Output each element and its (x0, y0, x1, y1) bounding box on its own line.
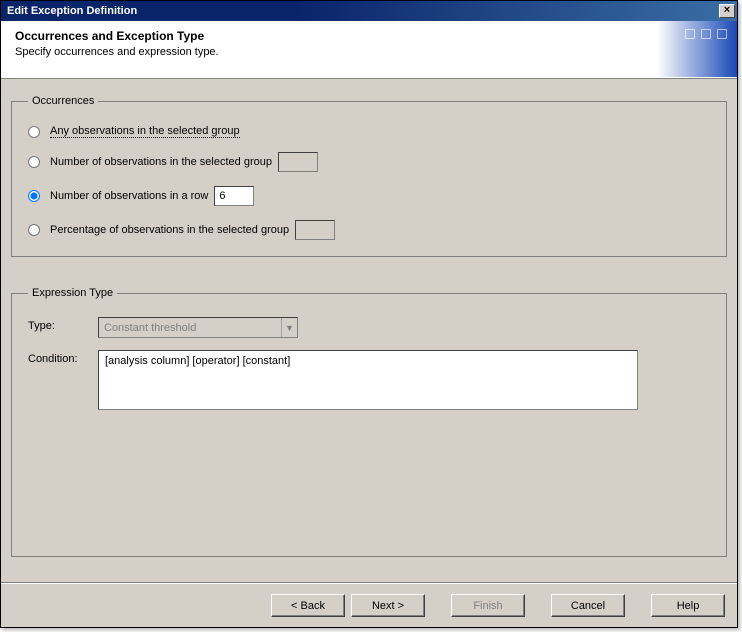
radio-num-row-label: Number of observations in a row (50, 190, 208, 202)
type-label: Type: (28, 317, 98, 332)
radio-pct-group-label: Percentage of observations in the select… (50, 224, 289, 236)
condition-box[interactable]: [analysis column] [operator] [constant] (98, 350, 638, 410)
header-step-mark (701, 29, 711, 39)
header-step-mark (717, 29, 727, 39)
window-title: Edit Exception Definition (7, 5, 719, 17)
type-select-text: Constant threshold (99, 322, 281, 334)
radio-pct-group[interactable] (28, 224, 40, 236)
dialog-body: Occurrences Any observations in the sele… (1, 79, 737, 583)
radio-row-num-group[interactable]: Number of observations in the selected g… (28, 152, 710, 172)
radio-any-label: Any observations in the selected group (50, 125, 240, 138)
page-title: Occurrences and Exception Type (15, 29, 723, 43)
radio-any-observations[interactable] (28, 126, 40, 138)
occurrences-legend: Occurrences (28, 95, 98, 107)
condition-label: Condition: (28, 350, 98, 365)
next-button[interactable]: Next > (351, 594, 425, 617)
radio-row-num-row[interactable]: Number of observations in a row (28, 186, 710, 206)
header-step-mark (685, 29, 695, 39)
header-step-marks (685, 29, 727, 39)
num-group-input (278, 152, 318, 172)
pct-group-input (295, 220, 335, 240)
help-button[interactable]: Help (651, 594, 725, 617)
chevron-down-icon: ▼ (281, 318, 297, 337)
wizard-header: Occurrences and Exception Type Specify o… (1, 21, 737, 79)
occurrences-group: Occurrences Any observations in the sele… (11, 95, 727, 257)
page-subtitle: Specify occurrences and expression type. (15, 46, 723, 58)
type-select: Constant threshold ▼ (98, 317, 298, 338)
num-row-input[interactable] (214, 186, 254, 206)
finish-button: Finish (451, 594, 525, 617)
cancel-button[interactable]: Cancel (551, 594, 625, 617)
button-bar: < Back Next > Finish Cancel Help (1, 583, 737, 627)
back-button[interactable]: < Back (271, 594, 345, 617)
titlebar: Edit Exception Definition × (1, 1, 737, 21)
expression-legend: Expression Type (28, 287, 117, 299)
radio-num-row[interactable] (28, 190, 40, 202)
radio-row-pct-group[interactable]: Percentage of observations in the select… (28, 220, 710, 240)
expression-type-group: Expression Type Type: Constant threshold… (11, 287, 727, 557)
radio-row-any[interactable]: Any observations in the selected group (28, 125, 710, 138)
close-icon[interactable]: × (719, 4, 735, 18)
radio-num-group[interactable] (28, 156, 40, 168)
dialog-window: Edit Exception Definition × Occurrences … (0, 0, 738, 628)
radio-num-group-label: Number of observations in the selected g… (50, 156, 272, 168)
